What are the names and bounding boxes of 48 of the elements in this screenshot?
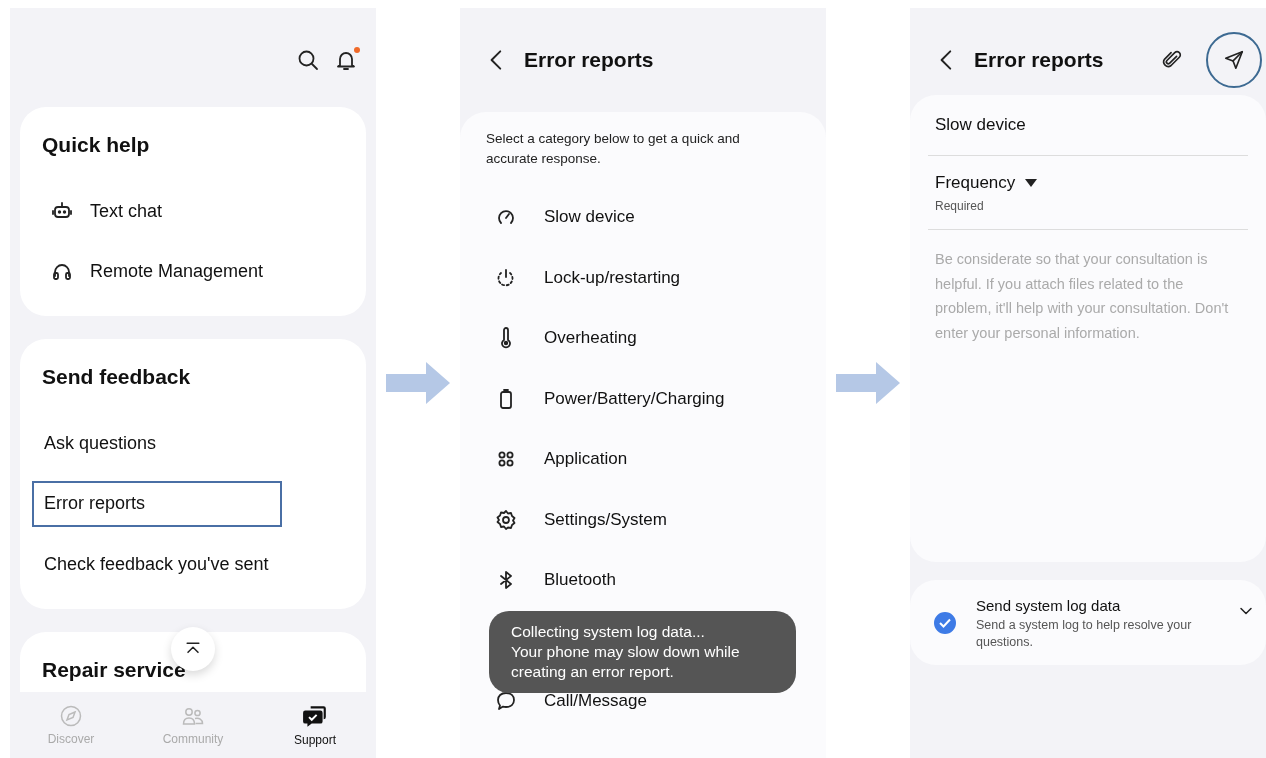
required-hint: Required <box>935 199 985 213</box>
category-label: Settings/System <box>544 509 667 530</box>
search-button[interactable] <box>296 48 320 72</box>
category-item[interactable]: Settings/System <box>460 489 826 550</box>
category-item[interactable]: Bluetooth <box>460 550 826 611</box>
screen-title: Error reports <box>524 48 655 72</box>
category-item[interactable]: Application <box>460 429 826 490</box>
section-title: Repair service <box>41 657 187 683</box>
category-label: Application <box>544 449 628 470</box>
settings-icon <box>494 507 518 532</box>
flow-arrow-icon <box>386 362 450 404</box>
category-item[interactable]: Power/Battery/Charging <box>460 368 826 429</box>
checkbox[interactable] <box>934 612 956 634</box>
category-item[interactable]: Lock-up/restarting <box>460 247 826 308</box>
search-icon <box>296 48 320 72</box>
intro-text: Select a category below to get a quick and accurate response. <box>485 130 741 168</box>
menu-item[interactable]: Text chat <box>20 181 366 242</box>
category-value: Slow device <box>928 95 1248 156</box>
check-icon <box>939 618 951 628</box>
frequency-dropdown[interactable]: Frequency <box>935 173 1038 193</box>
menu-item[interactable]: Check feedback you've sent <box>32 541 282 587</box>
category-label: Power/Battery/Charging <box>544 388 725 409</box>
dropdown-triangle-icon <box>1025 179 1038 187</box>
category-item[interactable]: Slow device <box>460 187 826 248</box>
menu-item-label: Remote Management <box>90 261 264 283</box>
send-icon <box>1223 49 1245 71</box>
option-description: Send a system log to help resolve your questions. <box>976 617 1193 651</box>
flow-arrow-icon <box>836 362 900 404</box>
category-label: Slow device <box>544 207 635 228</box>
category-item[interactable]: Overheating <box>460 308 826 369</box>
category-label: Overheating <box>544 328 637 349</box>
status-toast: Collecting system log data... Your phone may slow down while creating an error report. <box>489 611 796 693</box>
compass-icon <box>59 704 83 728</box>
chat-check-icon <box>302 703 328 729</box>
screen-title: Error reports <box>974 48 1105 72</box>
menu-item-label: Text chat <box>90 200 163 222</box>
send-button[interactable] <box>1206 32 1262 88</box>
menu-item[interactable]: Error reports <box>32 480 282 527</box>
category-label: Call/Message <box>544 691 647 712</box>
menu-item[interactable]: Remote Management <box>20 241 366 302</box>
nav-tab[interactable]: Support <box>254 692 376 758</box>
section-title: Quick help <box>41 133 151 158</box>
notifications-button[interactable] <box>334 48 358 72</box>
category-label: Lock-up/restarting <box>544 267 681 288</box>
category-label: Bluetooth <box>544 570 616 591</box>
menu-item[interactable]: Ask questions <box>32 420 282 466</box>
option-title: Send system log data <box>976 597 1122 614</box>
section-title: Send feedback <box>41 365 192 390</box>
